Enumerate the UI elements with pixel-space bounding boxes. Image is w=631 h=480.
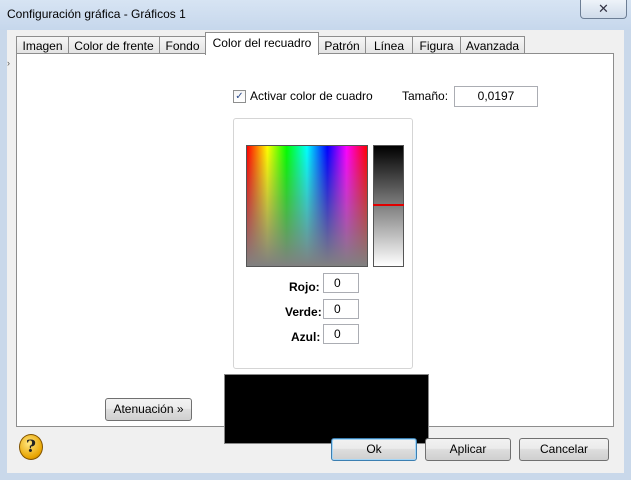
dialog-client: › Imagen Color de frente Fondo Color del…: [7, 30, 624, 473]
tab-panel: ✓ Activar color de cuadro Tamaño: 0,0197…: [16, 53, 614, 444]
help-icon[interactable]: ?: [19, 434, 43, 460]
luminance-slider[interactable]: [373, 145, 404, 267]
size-label: Tamaño:: [402, 89, 449, 103]
blue-field[interactable]: 0: [323, 324, 359, 344]
enable-border-checkbox[interactable]: ✓: [233, 90, 246, 103]
size-field[interactable]: 0,0197: [454, 86, 538, 107]
title-bar: Configuración gráfica - Gráficos 1 ✕: [0, 0, 631, 30]
luminance-marker[interactable]: [373, 204, 404, 206]
attenuation-button[interactable]: Atenuación »: [105, 398, 192, 421]
close-button[interactable]: ✕: [580, 0, 627, 19]
red-label: Rojo:: [289, 280, 320, 294]
tab-patron[interactable]: Patrón: [318, 36, 366, 54]
blue-label: Azul:: [291, 330, 321, 344]
green-label: Verde:: [285, 305, 322, 319]
tab-color-de-frente[interactable]: Color de frente: [68, 36, 160, 54]
window-title: Configuración gráfica - Gráficos 1: [7, 7, 186, 21]
color-spectrum[interactable]: [246, 145, 368, 267]
chevron-right-icon: ›: [7, 58, 10, 68]
close-icon: ✕: [598, 1, 609, 16]
tab-color-del-recuadro[interactable]: Color del recuadro: [205, 32, 319, 55]
tab-imagen[interactable]: Imagen: [16, 36, 69, 54]
cancel-button[interactable]: Cancelar: [519, 438, 609, 461]
question-mark-glyph: ?: [26, 437, 36, 457]
tab-avanzada[interactable]: Avanzada: [460, 36, 525, 54]
red-field[interactable]: 0: [323, 273, 359, 293]
color-preview: [224, 374, 429, 444]
checkmark-icon: ✓: [235, 91, 244, 102]
green-field[interactable]: 0: [323, 299, 359, 319]
tab-linea[interactable]: Línea: [365, 36, 413, 54]
tab-fondo[interactable]: Fondo: [159, 36, 206, 54]
apply-button[interactable]: Aplicar: [425, 438, 511, 461]
enable-border-label: Activar color de cuadro: [250, 89, 373, 103]
tab-figura[interactable]: Figura: [412, 36, 461, 54]
ok-button[interactable]: Ok: [331, 438, 417, 461]
